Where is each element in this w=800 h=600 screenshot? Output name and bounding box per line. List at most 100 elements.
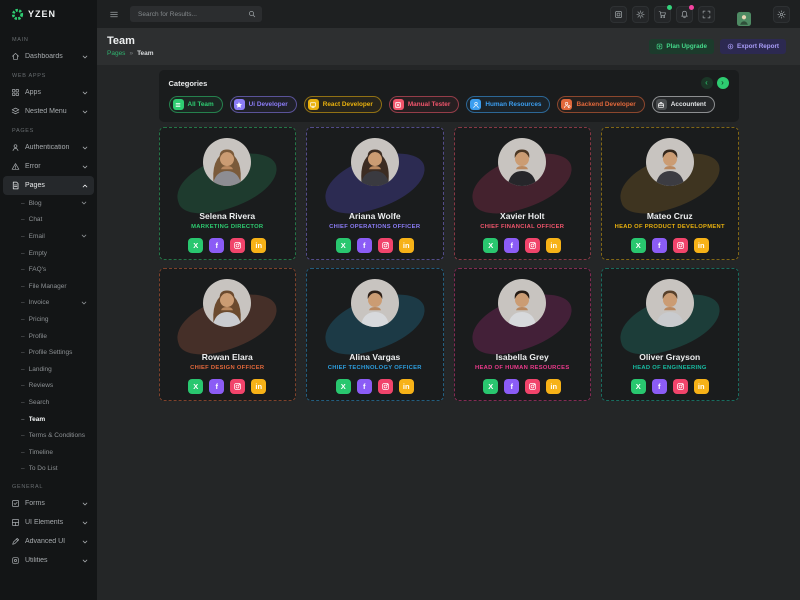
x-icon[interactable]: X [188,379,203,394]
instagram-icon[interactable] [673,379,688,394]
sidebar-subitem-invoice[interactable]: –Invoice [0,295,97,312]
linkedin-icon[interactable]: in [399,238,414,253]
x-icon[interactable]: X [336,379,351,394]
dash-icon: – [21,333,25,340]
sidebar-subitem-empty[interactable]: –Empty [0,245,97,262]
facebook-icon[interactable]: f [357,238,372,253]
brand-logo[interactable]: YZEN [0,0,97,28]
team-cards-grid: Selena RiveraMARKETING DIRECTORXfin Aria… [159,127,739,401]
team-card-selena-rivera[interactable]: Selena RiveraMARKETING DIRECTORXfin [159,127,297,260]
categories-prev-button[interactable]: ‹ [701,77,713,89]
sidebar-item-pages[interactable]: Pages [3,176,94,195]
sidebar-subitem-file-manager[interactable]: –File Manager [0,278,97,295]
linkedin-icon[interactable]: in [251,379,266,394]
facebook-icon[interactable]: f [652,238,667,253]
x-icon[interactable]: X [188,238,203,253]
sidebar-item-ui-elements[interactable]: UI Elements [3,513,94,532]
export-report-button[interactable]: Export Report [720,39,786,54]
sidebar-item-dashboards[interactable]: Dashboards [3,47,94,66]
category-chip-ui-developer[interactable]: Ui Developer [230,96,297,113]
category-chip-backend-developer[interactable]: Backend Developer [557,96,644,113]
x-icon[interactable]: X [631,379,646,394]
team-card-oliver-grayson[interactable]: Oliver GraysonHEAD OF ENGINEERINGXfin [601,268,739,401]
apps-grid-icon [11,88,20,97]
sidebar-item-forms[interactable]: Forms [3,494,94,513]
chevron-down-icon [82,145,88,151]
facebook-icon[interactable]: f [209,238,224,253]
sidebar-item-utilities[interactable]: Utilities [3,551,94,570]
category-chip-all-team[interactable]: All Team [169,96,223,113]
team-card-alina-vargas[interactable]: Alina VargasCHIEF TECHNOLOGY OFFICERXfin [306,268,444,401]
breadcrumb-pages-link[interactable]: Pages [107,50,125,57]
dash-icon: – [21,382,25,389]
team-card-mateo-cruz[interactable]: Mateo CruzHEAD OF PRODUCT DEVELOPMENTXfi… [601,127,739,260]
facebook-icon[interactable]: f [357,379,372,394]
instagram-icon[interactable] [673,238,688,253]
chevron-down-icon [81,300,87,306]
facebook-icon[interactable]: f [504,379,519,394]
sidebar-subitem-blog[interactable]: –Blog [0,195,97,212]
facebook-icon[interactable]: f [652,379,667,394]
sidebar-subitem-profile-settings[interactable]: –Profile Settings [0,344,97,361]
sidebar-item-apps[interactable]: Apps [3,83,94,102]
sidebar-subitem-search[interactable]: –Search [0,394,97,411]
cart-icon[interactable] [654,6,671,23]
sidebar-subitem-pricing[interactable]: –Pricing [0,311,97,328]
sidebar-subitem-email[interactable]: –Email [0,228,97,245]
x-icon[interactable]: X [631,238,646,253]
instagram-icon[interactable] [378,379,393,394]
theme-sun-icon[interactable] [632,6,649,23]
sidebar-subitem-terms-conditions[interactable]: –Terms & Conditions [0,427,97,444]
instagram-icon[interactable] [230,238,245,253]
settings-gear-icon[interactable] [773,6,790,23]
team-card-rowan-elara[interactable]: Rowan ElaraCHIEF DESIGN OFFICERXfin [159,268,297,401]
linkedin-icon[interactable]: in [694,379,709,394]
linkedin-icon[interactable]: in [694,238,709,253]
categories-next-button[interactable]: › [717,77,729,89]
instagram-icon[interactable] [230,379,245,394]
search-input[interactable] [136,10,244,19]
instagram-icon[interactable] [525,238,540,253]
linkedin-icon[interactable]: in [251,238,266,253]
language-flag-icon[interactable] [610,6,627,23]
chevron-down-icon [82,520,88,526]
sidebar-subitem-faq-s[interactable]: –FAQ's [0,261,97,278]
sidebar-item-label: UI Elements [25,519,77,526]
category-chip-human-resources[interactable]: Human Resources [466,96,550,113]
x-icon[interactable]: X [483,238,498,253]
hamburger-menu-icon[interactable] [109,10,119,19]
sidebar-item-authentication[interactable]: Authentication [3,138,94,157]
sidebar-subitem-profile[interactable]: –Profile [0,328,97,345]
facebook-icon[interactable]: f [209,379,224,394]
fullscreen-icon[interactable] [698,6,715,23]
team-card-xavier-holt[interactable]: Xavier HoltCHIEF FINANCIAL OFFICERXfin [454,127,592,260]
sidebar-subitem-reviews[interactable]: –Reviews [0,378,97,395]
x-icon[interactable]: X [483,379,498,394]
category-chip-manual-tester[interactable]: Manual Tester [389,96,460,113]
linkedin-icon[interactable]: in [546,379,561,394]
team-card-ariana-wolfe[interactable]: Ariana WolfeCHIEF OPERATIONS OFFICERXfin [306,127,444,260]
sidebar-item-error[interactable]: Error [3,157,94,176]
category-chip-react-developer[interactable]: React Developer [304,96,382,113]
plan-upgrade-button[interactable]: Plan Upgrade [649,39,714,54]
linkedin-icon[interactable]: in [546,238,561,253]
linkedin-icon[interactable]: in [399,379,414,394]
upgrade-icon [656,43,663,50]
team-card-isabella-grey[interactable]: Isabella GreyHEAD OF HUMAN RESOURCESXfin [454,268,592,401]
sidebar-subitem-label: Pricing [29,316,87,323]
facebook-icon[interactable]: f [504,238,519,253]
sidebar-subitem-chat[interactable]: –Chat [0,212,97,229]
sidebar-item-advanced-ui[interactable]: Advanced UI [3,532,94,551]
instagram-icon[interactable] [378,238,393,253]
page-title: Team [107,36,154,47]
x-icon[interactable]: X [336,238,351,253]
notifications-bell-icon[interactable] [676,6,693,23]
sidebar-subitem-label: Reviews [29,382,87,389]
category-chip-accountent[interactable]: Accountent [652,96,715,113]
instagram-icon[interactable] [525,379,540,394]
sidebar-subitem-landing[interactable]: –Landing [0,361,97,378]
sidebar-subitem-to-do-list[interactable]: –To Do List [0,461,97,478]
sidebar-item-nested-menu[interactable]: Nested Menu [3,102,94,121]
sidebar-subitem-team[interactable]: –Team [0,411,97,428]
sidebar-subitem-timeline[interactable]: –Timeline [0,444,97,461]
